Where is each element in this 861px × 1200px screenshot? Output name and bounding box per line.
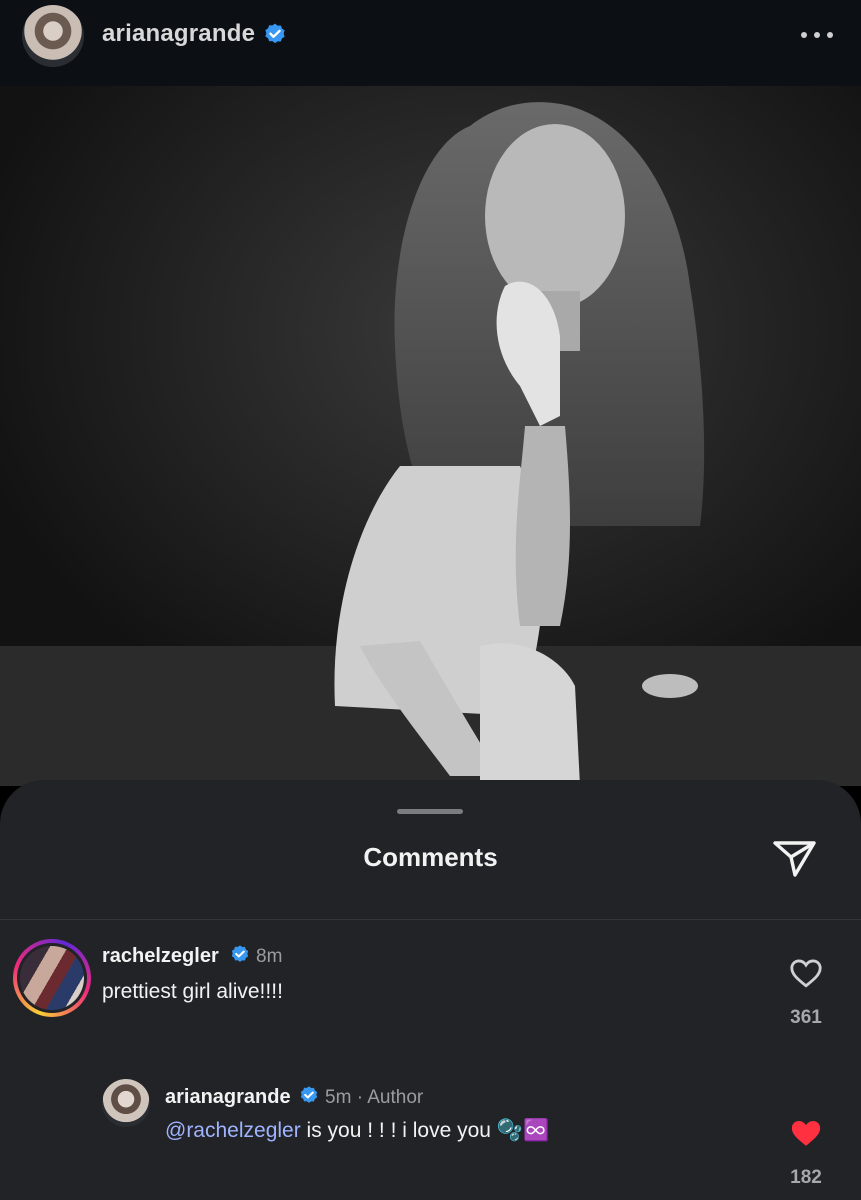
reply-emoji: 🫧♾️ <box>496 1119 550 1142</box>
post-header: arianagrande <box>0 0 861 86</box>
heart-outline-icon[interactable] <box>789 957 823 989</box>
verified-badge-icon <box>265 23 285 44</box>
like-count: 361 <box>790 1007 822 1028</box>
sheet-drag-handle[interactable] <box>397 809 463 814</box>
post-image[interactable] <box>0 86 861 786</box>
story-ring-avatar[interactable] <box>13 939 91 1017</box>
avatar[interactable] <box>22 5 84 67</box>
avatar <box>20 946 84 1010</box>
sheet-title: Comments <box>363 842 498 872</box>
reply-body: is you ! ! ! i love you <box>300 1119 497 1142</box>
avatar-inner <box>17 943 87 1013</box>
reply-username[interactable]: arianagrande <box>165 1086 291 1109</box>
reply-meta: 5m · Author <box>325 1087 423 1109</box>
send-icon[interactable] <box>770 835 820 881</box>
header-username[interactable]: arianagrande <box>102 20 255 48</box>
comment-username[interactable]: rachelzegler <box>102 945 219 968</box>
like-count: 182 <box>790 1167 822 1188</box>
more-options-button[interactable] <box>801 22 833 48</box>
reply-time: 5m <box>325 1087 352 1108</box>
comment-text: prettiest girl alive!!!! <box>102 980 283 1003</box>
more-dot <box>814 32 820 38</box>
divider <box>0 919 861 920</box>
verified-badge-icon <box>231 945 249 962</box>
more-dot <box>827 32 833 38</box>
meta-separator: · <box>356 1087 364 1108</box>
photo-illustration <box>0 86 861 786</box>
more-dot <box>801 32 807 38</box>
comments-sheet: Comments rachelzegler 8m prettiest girl … <box>0 780 861 1200</box>
comment-item: rachelzegler 8m prettiest girl alive!!!!… <box>0 939 861 1059</box>
reply-item: arianagrande 5m · Author @rachelzegler i… <box>0 1079 861 1199</box>
verified-badge-icon <box>300 1086 318 1103</box>
reply-text: @rachelzegler is you ! ! ! i love you 🫧♾… <box>165 1119 549 1143</box>
heart-filled-icon[interactable] <box>789 1117 823 1149</box>
author-label: Author <box>367 1087 424 1108</box>
avatar[interactable] <box>102 1079 150 1127</box>
comment-time: 8m <box>256 946 283 967</box>
mention-link[interactable]: @rachelzegler <box>165 1119 301 1142</box>
